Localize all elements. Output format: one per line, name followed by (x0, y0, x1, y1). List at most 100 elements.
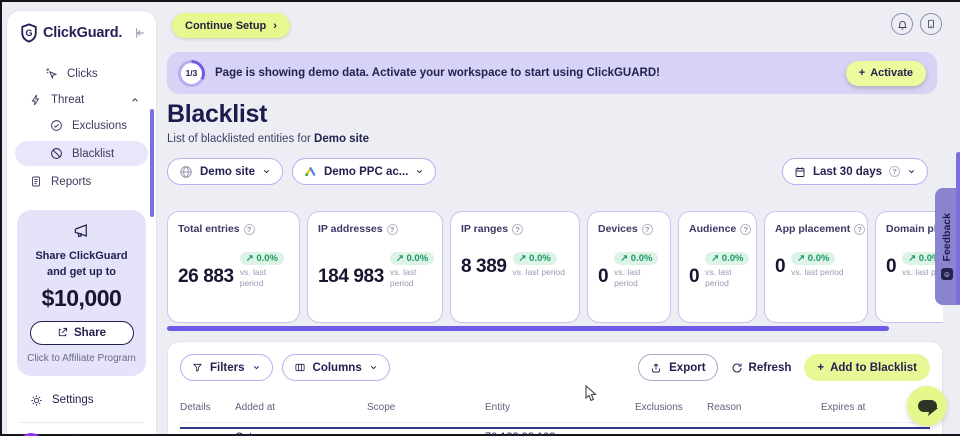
stat-caption: vs. last period (614, 267, 660, 288)
share-label: Share (74, 327, 106, 339)
stat-card-audience: Audience? 0 ↗ 0.0% vs. last period (678, 211, 757, 323)
banner-message: Page is showing demo data. Activate your… (215, 67, 660, 79)
date-range-value: Last 30 days (813, 166, 882, 178)
col-header-exclusions[interactable]: Exclusions (635, 402, 707, 413)
add-to-blacklist-button[interactable]: + Add to Blacklist (804, 354, 930, 381)
sidebar-item-label: Exclusions (72, 120, 127, 132)
col-header-scope[interactable]: Scope (367, 402, 485, 413)
help-docs-button[interactable] (920, 13, 942, 35)
info-icon[interactable]: ? (387, 224, 398, 235)
refresh-label: Refresh (749, 362, 792, 374)
cell-entity: 70.188.98.108 (485, 431, 635, 436)
trend-value: 0.0% (808, 253, 830, 264)
trend-badge: ↗ 0.0% (513, 252, 557, 265)
activate-button[interactable]: + Activate (846, 61, 926, 86)
continue-setup-button[interactable]: Continue Setup › (172, 13, 290, 38)
chevron-down-icon (369, 363, 378, 372)
stat-card-ip-addresses: IP addresses? 184 983 ↗ 0.0% vs. last pe… (307, 211, 443, 323)
trend-value: 0.0% (256, 253, 278, 264)
stat-card-devices: Devices? 0 ↗ 0.0% vs. last period (587, 211, 671, 323)
col-header-reason[interactable]: Reason (707, 402, 821, 413)
stat-card-total-entries: Total entries? 26 883 ↗ 0.0% vs. last pe… (167, 211, 300, 323)
info-icon[interactable]: ? (740, 224, 751, 235)
col-header-added-at[interactable]: Added at (235, 402, 367, 413)
user-menu[interactable]: NA gmail.com naatali.ro@gmail.com (7, 423, 156, 436)
col-header-entity[interactable]: Entity (485, 402, 635, 413)
info-icon[interactable]: ? (512, 224, 523, 235)
stat-value: 26 883 (178, 266, 234, 288)
book-icon (926, 18, 936, 30)
notifications-button[interactable] (891, 13, 913, 35)
sidebar: G ClickGuard. Clicks Threat Excl (6, 10, 157, 434)
columns-button[interactable]: Columns (282, 354, 390, 381)
trend-up-icon: ↗ (246, 253, 254, 264)
info-icon[interactable]: ? (244, 224, 255, 235)
sidebar-item-exclusions[interactable]: Exclusions (7, 113, 156, 138)
sidebar-item-label: Blacklist (72, 148, 114, 160)
export-icon (650, 362, 662, 374)
activate-label: Activate (870, 67, 913, 79)
stat-value: 0 (689, 266, 699, 288)
sidebar-scrollbar[interactable] (150, 109, 154, 217)
chevron-up-icon[interactable] (130, 95, 140, 105)
table-row[interactable]: Oct 70.188.98.108 (180, 427, 930, 436)
sidebar-item-label: Reports (51, 176, 91, 188)
columns-icon (294, 362, 306, 373)
external-link-icon (57, 327, 68, 338)
stat-value: 0 (886, 256, 896, 278)
stat-label: IP ranges (461, 223, 508, 235)
affiliate-promo-card[interactable]: Share ClickGuard and get up to $10,000 S… (17, 210, 146, 376)
trend-up-icon: ↗ (908, 253, 916, 264)
export-button[interactable]: Export (638, 354, 717, 381)
settings-label: Settings (52, 394, 94, 406)
mouse-cursor (585, 385, 598, 402)
sidebar-collapse-icon[interactable] (132, 26, 146, 40)
chevron-right-icon: › (273, 20, 277, 32)
stat-value: 0 (598, 266, 608, 288)
col-header-details[interactable]: Details (180, 402, 235, 413)
date-range-selector[interactable]: Last 30 days ? (782, 158, 928, 185)
chat-launcher-button[interactable] (907, 386, 947, 426)
trend-up-icon: ↗ (396, 253, 404, 264)
block-icon (50, 147, 63, 160)
sidebar-item-blacklist[interactable]: Blacklist (15, 141, 148, 166)
sidebar-item-clicks[interactable]: Clicks (7, 61, 156, 86)
page-vertical-scrollbar[interactable] (956, 152, 960, 305)
trend-value: 0.0% (529, 253, 551, 264)
site-selector[interactable]: Demo site (167, 158, 283, 185)
filters-button[interactable]: Filters (180, 354, 273, 381)
funnel-icon (192, 362, 203, 373)
chevron-down-icon (415, 167, 424, 176)
refresh-button[interactable]: Refresh (727, 362, 796, 374)
sidebar-item-reports[interactable]: Reports (7, 169, 156, 194)
info-icon[interactable]: ? (642, 224, 653, 235)
promo-amount: $10,000 (25, 285, 138, 312)
sidebar-item-settings[interactable]: Settings (7, 394, 156, 407)
stat-value: 8 389 (461, 256, 507, 278)
ppc-account-selector[interactable]: Demo PPC ac... (292, 158, 436, 185)
svg-text:G: G (25, 28, 32, 38)
sidebar-item-label: Threat (51, 94, 84, 106)
share-button[interactable]: Share (30, 321, 134, 345)
bolt-icon (30, 93, 42, 107)
sidebar-item-threat[interactable]: Threat (7, 87, 156, 112)
sidebar-nav: Clicks Threat Exclusions Blacklist (7, 61, 156, 194)
trend-up-icon: ↗ (797, 253, 805, 264)
trend-badge: ↗ 0.0% (240, 252, 284, 265)
stat-value: 0 (775, 256, 785, 278)
stat-card-ip-ranges: IP ranges? 8 389 ↗ 0.0% vs. last period (450, 211, 580, 323)
stat-caption: vs. last period (390, 267, 432, 288)
stat-caption: vs. last period (791, 267, 843, 278)
plus-icon: + (859, 67, 865, 79)
trend-badge: ↗ 0.0% (390, 252, 434, 265)
app-name: ClickGuard. (43, 25, 122, 41)
columns-label: Columns (313, 362, 362, 374)
cards-horizontal-scrollbar[interactable] (167, 326, 889, 331)
stat-label: App placement (775, 223, 850, 235)
document-icon (30, 175, 42, 188)
bell-icon (897, 19, 908, 30)
info-icon[interactable]: ? (854, 224, 865, 235)
cell-added-at: Oct (235, 431, 367, 436)
stat-label: Devices (598, 223, 638, 235)
feedback-label: Feedback (941, 213, 953, 261)
